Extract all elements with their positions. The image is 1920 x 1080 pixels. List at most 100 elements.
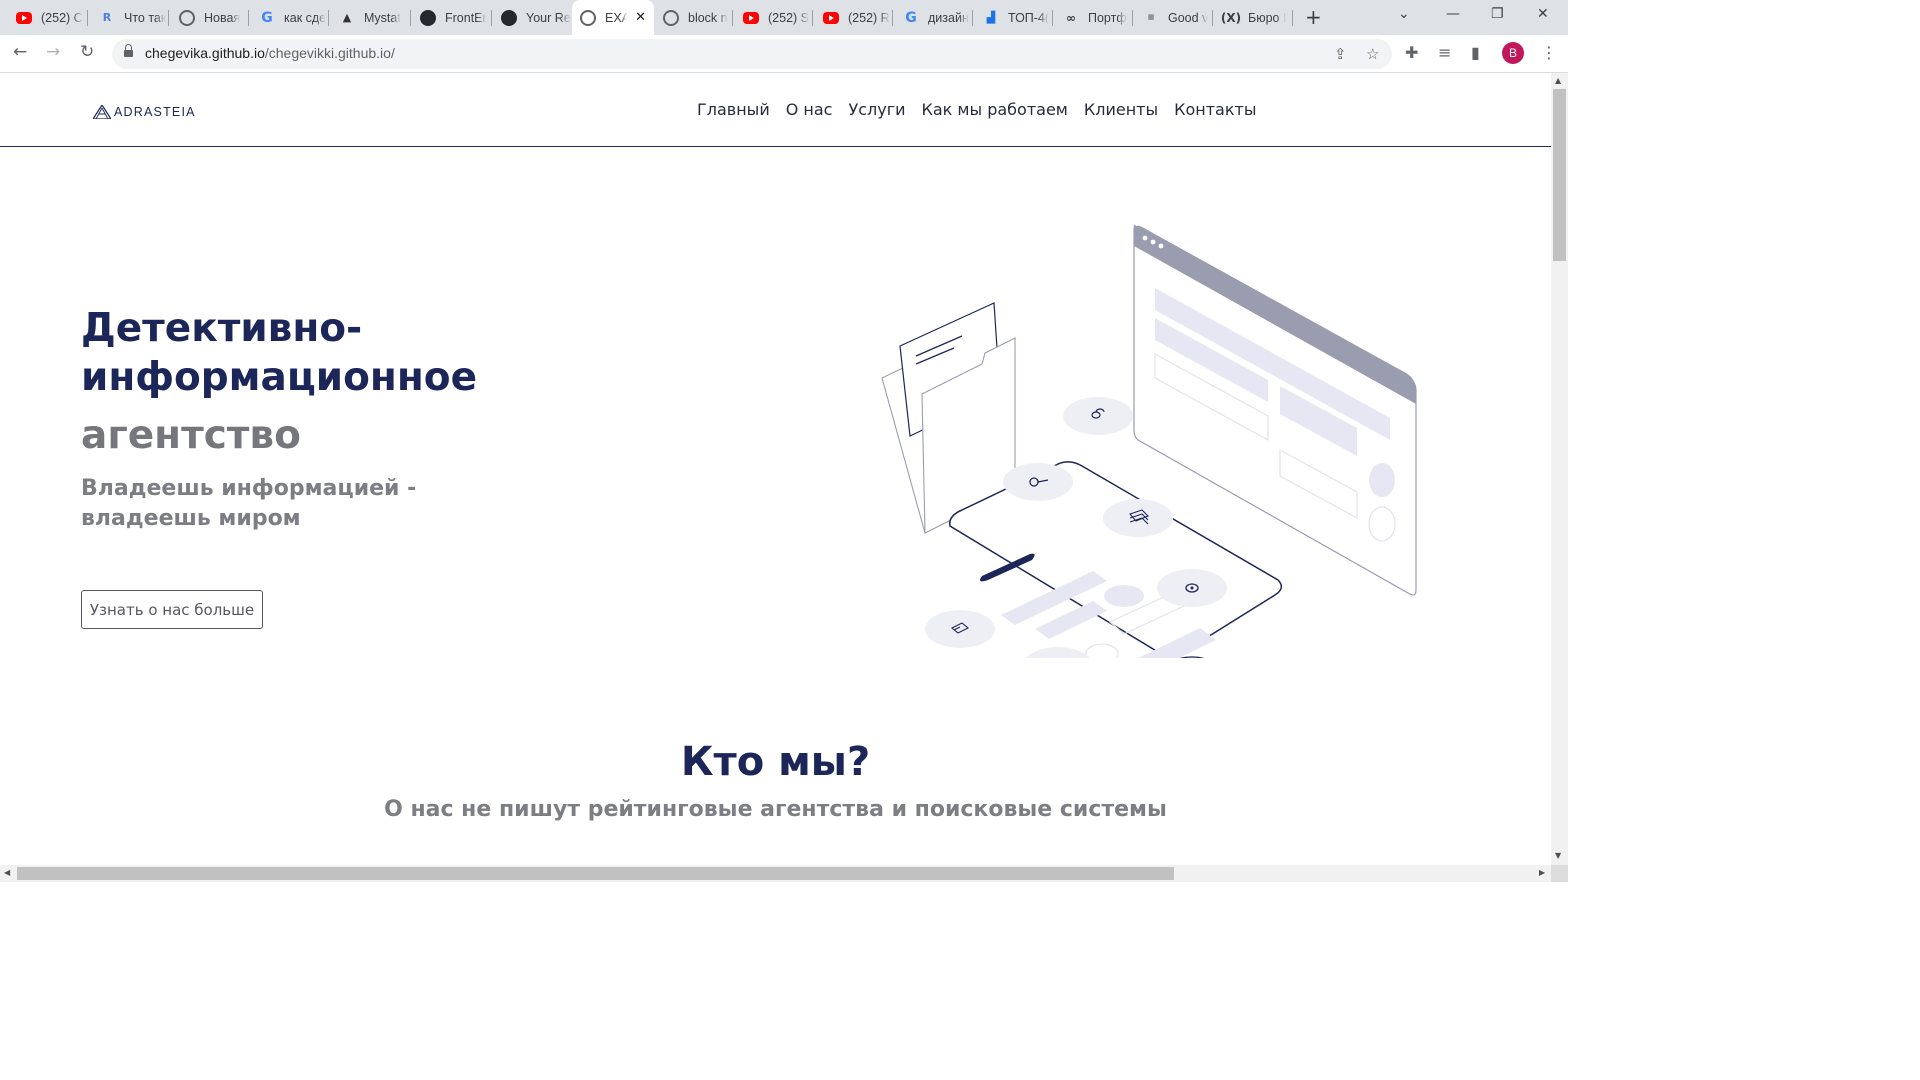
mystat-icon: ▲ bbox=[342, 11, 352, 24]
tab-label: FrontEr bbox=[445, 10, 487, 25]
browser-tab-strip: (252) C R Что так Новая Gкак сде ▲ Mystat … bbox=[0, 0, 1568, 35]
tab-separator bbox=[892, 10, 893, 26]
tab-label: Mystat bbox=[364, 10, 401, 25]
url-host: chegevika.github.io bbox=[145, 45, 265, 61]
browser-tab[interactable]: (252) C bbox=[8, 6, 88, 29]
tab-separator bbox=[168, 10, 169, 26]
forward-icon[interactable]: → bbox=[46, 42, 60, 62]
logo-mark-icon bbox=[93, 105, 111, 119]
vertical-scrollbar[interactable]: ▲ ▼ bbox=[1551, 73, 1568, 865]
tab-separator bbox=[1132, 10, 1133, 26]
address-bar[interactable]: chegevika.github.io/chegevikki.github.io… bbox=[112, 39, 1392, 69]
logo[interactable]: ADRASTEIA bbox=[93, 105, 196, 119]
restore-icon[interactable]: ❐ bbox=[1491, 6, 1504, 22]
globe-icon bbox=[580, 9, 596, 26]
page-viewport: ADRASTEIA Главный О нас Услуги Как мы ра… bbox=[0, 73, 1551, 865]
menu-kebab-icon[interactable]: ⋮ bbox=[1541, 43, 1557, 62]
r-logo-icon: R bbox=[102, 11, 112, 24]
browser-tab[interactable]: (X) Бюро I bbox=[1215, 6, 1293, 29]
tab-label: Бюро I bbox=[1248, 10, 1287, 25]
profile-avatar[interactable]: B bbox=[1502, 42, 1524, 64]
browser-tab[interactable]: (252) R bbox=[815, 6, 893, 29]
tab-separator bbox=[732, 10, 733, 26]
chart-icon: ▟ bbox=[986, 11, 996, 24]
tab-separator bbox=[1052, 10, 1053, 26]
side-panel-icon[interactable]: ▮ bbox=[1471, 43, 1480, 62]
browser-tab[interactable]: R Что так bbox=[91, 6, 169, 29]
chrome-icon bbox=[179, 9, 195, 26]
hero-title: Детективно- информационное bbox=[81, 304, 477, 402]
browser-toolbar: ← → ↻ chegevika.github.io/chegevikki.git… bbox=[0, 35, 1568, 73]
minimize-icon[interactable]: — bbox=[1446, 6, 1460, 22]
section-title-who-we-are: Кто мы? bbox=[680, 739, 871, 785]
tab-separator bbox=[812, 10, 813, 26]
media-control-icon[interactable]: ≡ bbox=[1438, 43, 1451, 62]
close-window-icon[interactable]: ✕ bbox=[1537, 6, 1549, 22]
browser-tab[interactable]: ▟ ТОП-4( bbox=[975, 6, 1053, 29]
globe-icon bbox=[663, 9, 679, 26]
tab-separator bbox=[972, 10, 973, 26]
reload-icon[interactable]: ↻ bbox=[80, 42, 94, 62]
tab-separator bbox=[328, 10, 329, 26]
tab-separator bbox=[491, 10, 492, 26]
browser-tab-active[interactable]: EXA ✕ bbox=[572, 0, 654, 35]
scroll-left-arrow-icon[interactable]: ◀ bbox=[4, 868, 10, 877]
browser-tab[interactable]: Your Re bbox=[493, 6, 571, 29]
menu-item-contacts[interactable]: Контакты bbox=[1174, 100, 1256, 119]
hero-title-line: Детективно- bbox=[81, 306, 363, 351]
logo-text: ADRASTEIA bbox=[114, 105, 196, 119]
share-icon[interactable]: ⇪ bbox=[1334, 45, 1347, 63]
tab-label: Your Re bbox=[526, 10, 571, 25]
browser-tab[interactable]: Gкак сде bbox=[251, 6, 329, 29]
youtube-icon bbox=[743, 11, 759, 24]
hero-illustration bbox=[881, 224, 1417, 658]
close-tab-icon[interactable]: ✕ bbox=[635, 10, 646, 25]
url-path: /chegevikki.github.io/ bbox=[264, 45, 395, 61]
scroll-up-arrow-icon[interactable]: ▲ bbox=[1555, 76, 1561, 85]
back-icon[interactable]: ← bbox=[13, 42, 27, 62]
github-icon bbox=[420, 9, 436, 26]
menu-item-services[interactable]: Услуги bbox=[848, 100, 905, 119]
menu-item-how-we-work[interactable]: Как мы работаем bbox=[922, 100, 1068, 119]
google-icon: G bbox=[905, 9, 917, 26]
browser-tab[interactable]: FrontEr bbox=[412, 6, 492, 29]
scrollbar-corner bbox=[1551, 865, 1568, 882]
browser-tab[interactable]: ▦ Good v bbox=[1135, 6, 1213, 29]
tab-label: (252) C bbox=[41, 10, 83, 25]
tab-separator bbox=[410, 10, 411, 26]
extensions-icon[interactable]: ✚ bbox=[1405, 43, 1418, 62]
tab-separator bbox=[248, 10, 249, 26]
youtube-icon bbox=[16, 11, 32, 24]
menu-item-home[interactable]: Главный bbox=[697, 100, 770, 119]
main-menu: Главный О нас Услуги Как мы работаем Кли… bbox=[697, 100, 1256, 119]
section-subtitle: О нас не пишут рейтинговые агентства и п… bbox=[384, 797, 1167, 822]
vertical-scroll-thumb[interactable] bbox=[1553, 89, 1566, 261]
scroll-down-arrow-icon[interactable]: ▼ bbox=[1555, 851, 1561, 860]
goodweb-icon: ▦ bbox=[1147, 13, 1155, 21]
site-header: ADRASTEIA Главный О нас Услуги Как мы ра… bbox=[0, 73, 1551, 147]
browser-tab[interactable]: ∞ Портф bbox=[1055, 6, 1133, 29]
learn-more-button[interactable]: Узнать о нас больше bbox=[81, 590, 263, 629]
bookmark-star-icon[interactable]: ☆ bbox=[1366, 45, 1379, 63]
menu-item-about[interactable]: О нас bbox=[786, 100, 833, 119]
browser-tab[interactable]: Новая bbox=[171, 6, 249, 29]
tab-separator bbox=[87, 10, 88, 26]
horizontal-scrollbar[interactable]: ◀ ▶ bbox=[0, 865, 1551, 882]
browser-tab[interactable]: ▲ Mystat bbox=[331, 6, 411, 29]
tab-separator bbox=[1212, 10, 1213, 26]
tab-label: дизайн bbox=[928, 10, 969, 25]
scroll-right-arrow-icon[interactable]: ▶ bbox=[1539, 868, 1545, 877]
tab-label: (252) S bbox=[768, 10, 809, 25]
browser-tab[interactable]: (252) S bbox=[735, 6, 813, 29]
portfolio-icon: ∞ bbox=[1066, 10, 1076, 25]
tab-label: ТОП-4( bbox=[1008, 10, 1050, 25]
browser-tab[interactable]: block n bbox=[655, 6, 733, 29]
menu-item-clients[interactable]: Клиенты bbox=[1084, 100, 1158, 119]
new-tab-icon[interactable]: + bbox=[1305, 5, 1322, 29]
url-text[interactable]: chegevika.github.io/chegevikki.github.io… bbox=[145, 45, 395, 61]
browser-tab[interactable]: Gдизайн bbox=[895, 6, 973, 29]
lock-icon[interactable] bbox=[124, 44, 133, 59]
hero-subtitle: Владеешь информацией - владеешь миром bbox=[81, 476, 417, 531]
tab-search-icon[interactable]: ⌄ bbox=[1398, 6, 1410, 22]
horizontal-scroll-thumb[interactable] bbox=[17, 867, 1174, 880]
